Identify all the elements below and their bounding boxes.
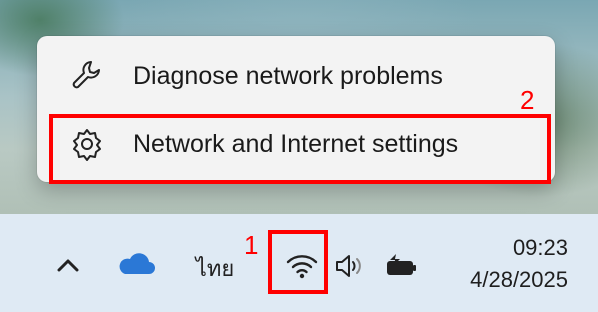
battery-charging-icon — [382, 251, 418, 285]
annotation-box-2 — [49, 114, 551, 184]
annotation-number-1: 1 — [244, 230, 259, 260]
show-hidden-icons-button[interactable] — [52, 252, 84, 280]
clock[interactable]: 09:23 4/28/2025 — [448, 232, 568, 296]
wrench-icon — [65, 54, 109, 98]
chevron-up-icon — [57, 257, 79, 276]
volume-button[interactable] — [330, 250, 370, 286]
clock-time: 09:23 — [512, 235, 568, 260]
annotation-number-2: 2 — [520, 85, 535, 115]
speaker-icon — [333, 252, 367, 284]
onedrive-button[interactable] — [114, 248, 158, 282]
input-language-button[interactable]: ไทย — [190, 252, 240, 284]
battery-button[interactable] — [378, 250, 422, 286]
language-label: ไทย — [195, 256, 235, 282]
menu-item-diagnose-network-problems[interactable]: Diagnose network problems — [49, 46, 543, 106]
menu-item-label: Diagnose network problems — [133, 61, 443, 90]
onedrive-cloud-icon — [116, 250, 156, 280]
annotation-box-1 — [268, 230, 328, 294]
clock-date: 4/28/2025 — [470, 267, 568, 292]
